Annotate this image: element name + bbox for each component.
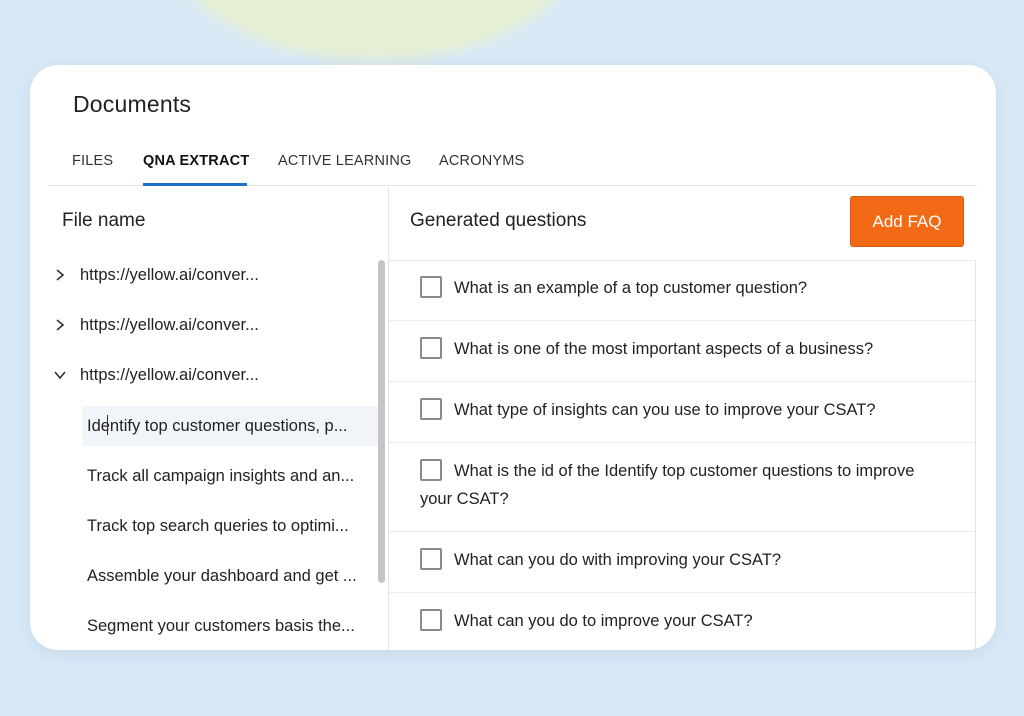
add-faq-button[interactable]: Add FAQ — [850, 196, 964, 247]
background-blob — [150, 0, 600, 60]
documents-card: Documents FILES QNA EXTRACT ACTIVE LEARN… — [30, 65, 996, 650]
question-text: What can you do with improving your CSAT… — [454, 551, 782, 569]
question-text: What is one of the most important aspect… — [454, 340, 874, 358]
file-url: https://yellow.ai/conver... — [80, 265, 259, 284]
question-text: What is the id of the Identify top custo… — [420, 462, 915, 508]
question-text: What can you do to improve your CSAT? — [454, 612, 753, 630]
tab-active-learning[interactable]: ACTIVE LEARNING — [278, 153, 412, 169]
question-checkbox[interactable] — [420, 609, 442, 631]
section-label: Track top search queries to optimi... — [87, 516, 349, 535]
section-item[interactable]: Track all campaign insights and an... — [82, 456, 378, 496]
question-text: What is an example of a top customer que… — [454, 279, 808, 297]
question-checkbox[interactable] — [420, 548, 442, 570]
question-item[interactable]: What is an example of a top customer que… — [389, 261, 975, 321]
section-item[interactable]: Track top search queries to optimi... — [82, 506, 378, 546]
file-list-scrollbar[interactable] — [378, 260, 385, 583]
section-label: Track all campaign insights and an... — [87, 466, 355, 485]
text-cursor — [107, 415, 108, 435]
question-item[interactable]: What is the id of the Identify top custo… — [389, 444, 975, 532]
section-item[interactable]: Assemble your dashboard and get ... — [82, 556, 378, 596]
page-title: Documents — [73, 91, 192, 117]
tab-files[interactable]: FILES — [72, 153, 113, 169]
section-label: Identify top customer questions, p... — [87, 416, 348, 435]
chevron-right-icon[interactable] — [52, 267, 68, 283]
question-item[interactable]: What type of insights can you use to imp… — [389, 383, 975, 443]
file-row[interactable]: https://yellow.ai/conver... — [52, 357, 372, 393]
section-item[interactable]: Identify top customer questions, p... — [82, 406, 378, 446]
question-text: What type of insights can you use to imp… — [454, 401, 876, 419]
file-url: https://yellow.ai/conver... — [80, 365, 259, 384]
file-url: https://yellow.ai/conver... — [80, 315, 259, 334]
file-row[interactable]: https://yellow.ai/conver... — [52, 257, 372, 293]
chevron-down-icon[interactable] — [52, 367, 68, 383]
section-label: Assemble your dashboard and get ... — [87, 566, 357, 585]
section-item[interactable]: Segment your customers basis the... — [82, 606, 378, 646]
question-item[interactable]: What can you do with improving your CSAT… — [389, 533, 975, 593]
section-label: Segment your customers basis the... — [87, 616, 355, 635]
file-row[interactable]: https://yellow.ai/conver... — [52, 307, 372, 343]
question-item[interactable]: What can you do to improve your CSAT? — [389, 594, 975, 650]
question-checkbox[interactable] — [420, 276, 442, 298]
tab-acronyms[interactable]: ACRONYMS — [439, 153, 524, 169]
question-checkbox[interactable] — [420, 337, 442, 359]
chevron-right-icon[interactable] — [52, 317, 68, 333]
questions-list: What is an example of a top customer que… — [389, 260, 976, 650]
tab-qna-extract[interactable]: QNA EXTRACT — [143, 153, 249, 169]
generated-questions-header: Generated questions — [410, 210, 587, 231]
question-checkbox[interactable] — [420, 459, 442, 481]
tab-bar: FILES QNA EXTRACT ACTIVE LEARNING ACRONY… — [48, 145, 977, 186]
active-tab-indicator — [143, 183, 247, 186]
question-item[interactable]: What is one of the most important aspect… — [389, 322, 975, 382]
question-checkbox[interactable] — [420, 398, 442, 420]
file-name-header: File name — [62, 210, 146, 231]
